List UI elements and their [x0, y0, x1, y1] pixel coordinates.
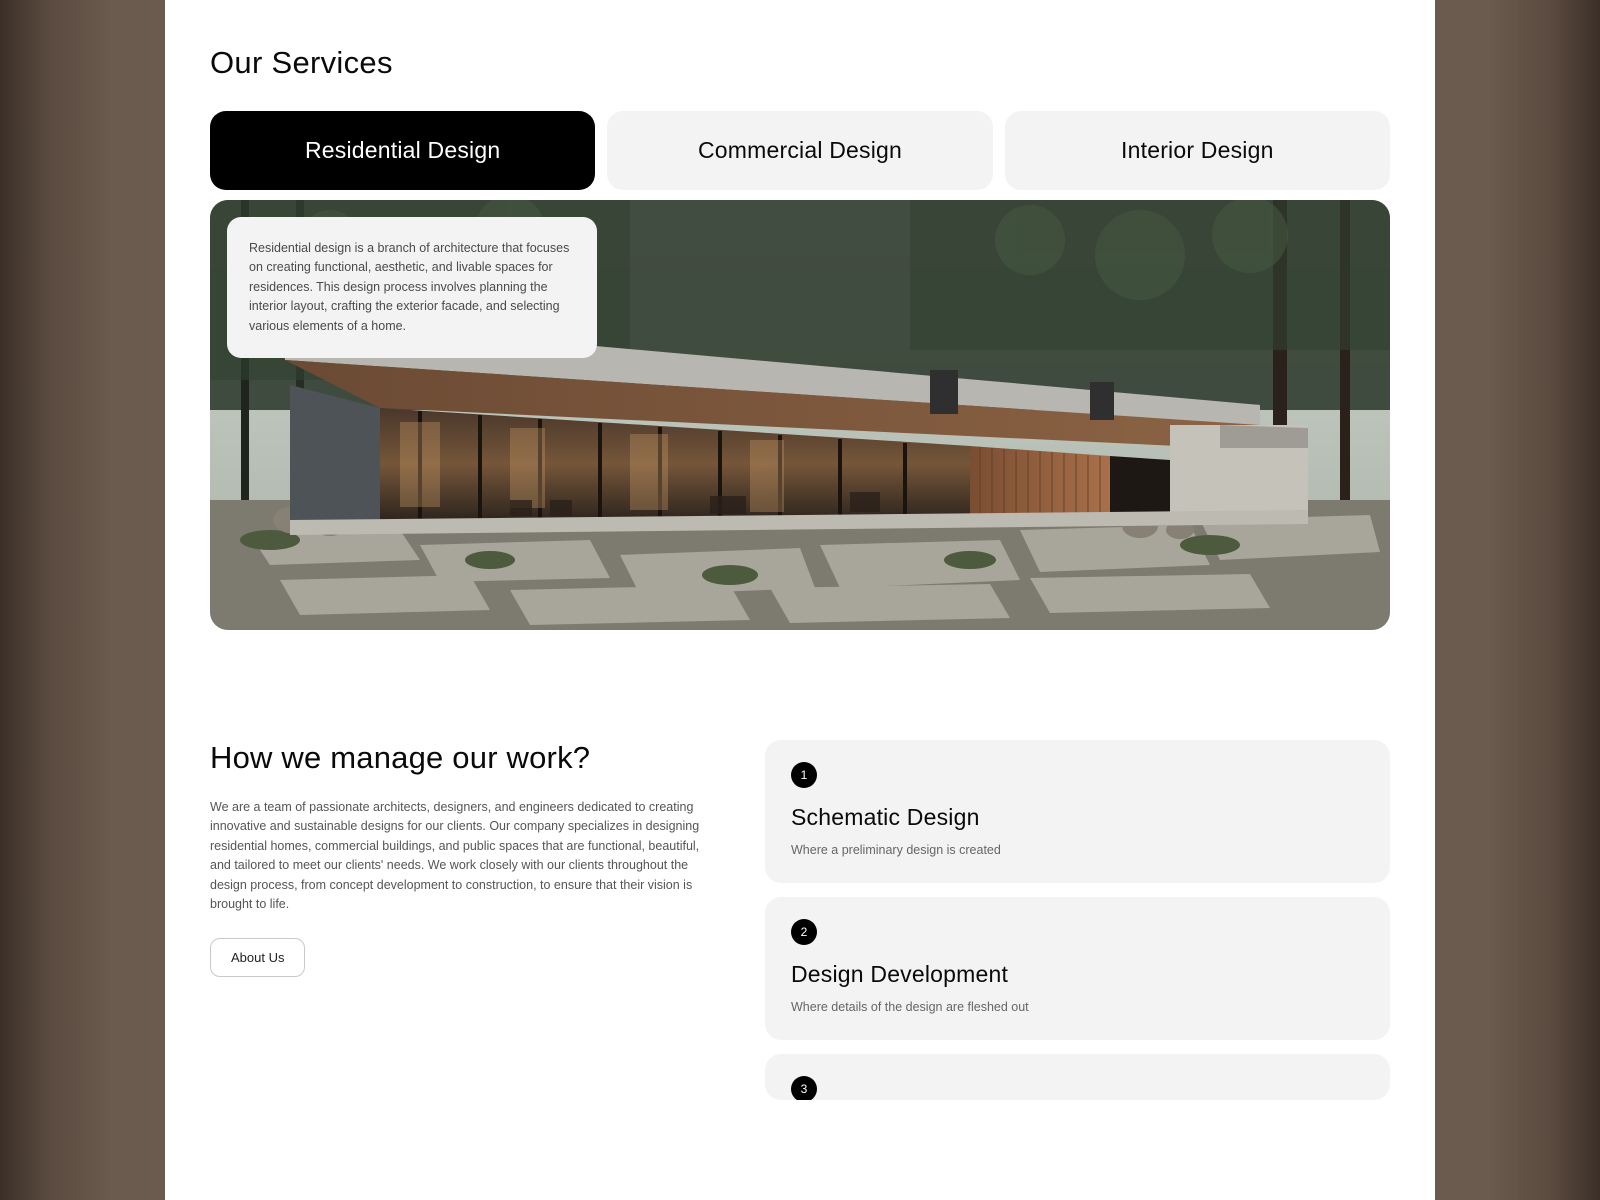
step-desc: Where a preliminary design is created: [791, 843, 1364, 857]
about-us-button[interactable]: About Us: [210, 938, 305, 977]
hero-image: Residential design is a branch of archit…: [210, 200, 1390, 630]
step-number: 2: [791, 919, 817, 945]
manage-body: We are a team of passionate architects, …: [210, 798, 705, 914]
hero-description-text: Residential design is a branch of archit…: [249, 241, 569, 333]
step-card-1: 1 Schematic Design Where a preliminary d…: [765, 740, 1390, 883]
step-number: 3: [791, 1076, 817, 1100]
hero-description-card: Residential design is a branch of archit…: [227, 217, 597, 358]
manage-section: How we manage our work? We are a team of…: [210, 740, 1390, 1100]
tab-residential[interactable]: Residential Design: [210, 111, 595, 190]
tab-interior[interactable]: Interior Design: [1005, 111, 1390, 190]
services-title: Our Services: [210, 45, 1390, 81]
tab-commercial[interactable]: Commercial Design: [607, 111, 992, 190]
step-number: 1: [791, 762, 817, 788]
step-desc: Where details of the design are fleshed …: [791, 1000, 1364, 1014]
step-card-3: 3: [765, 1054, 1390, 1100]
services-tabs: Residential Design Commercial Design Int…: [210, 111, 1390, 190]
step-title: Schematic Design: [791, 804, 1364, 831]
manage-title: How we manage our work?: [210, 740, 705, 776]
step-title: Design Development: [791, 961, 1364, 988]
step-card-2: 2 Design Development Where details of th…: [765, 897, 1390, 1040]
